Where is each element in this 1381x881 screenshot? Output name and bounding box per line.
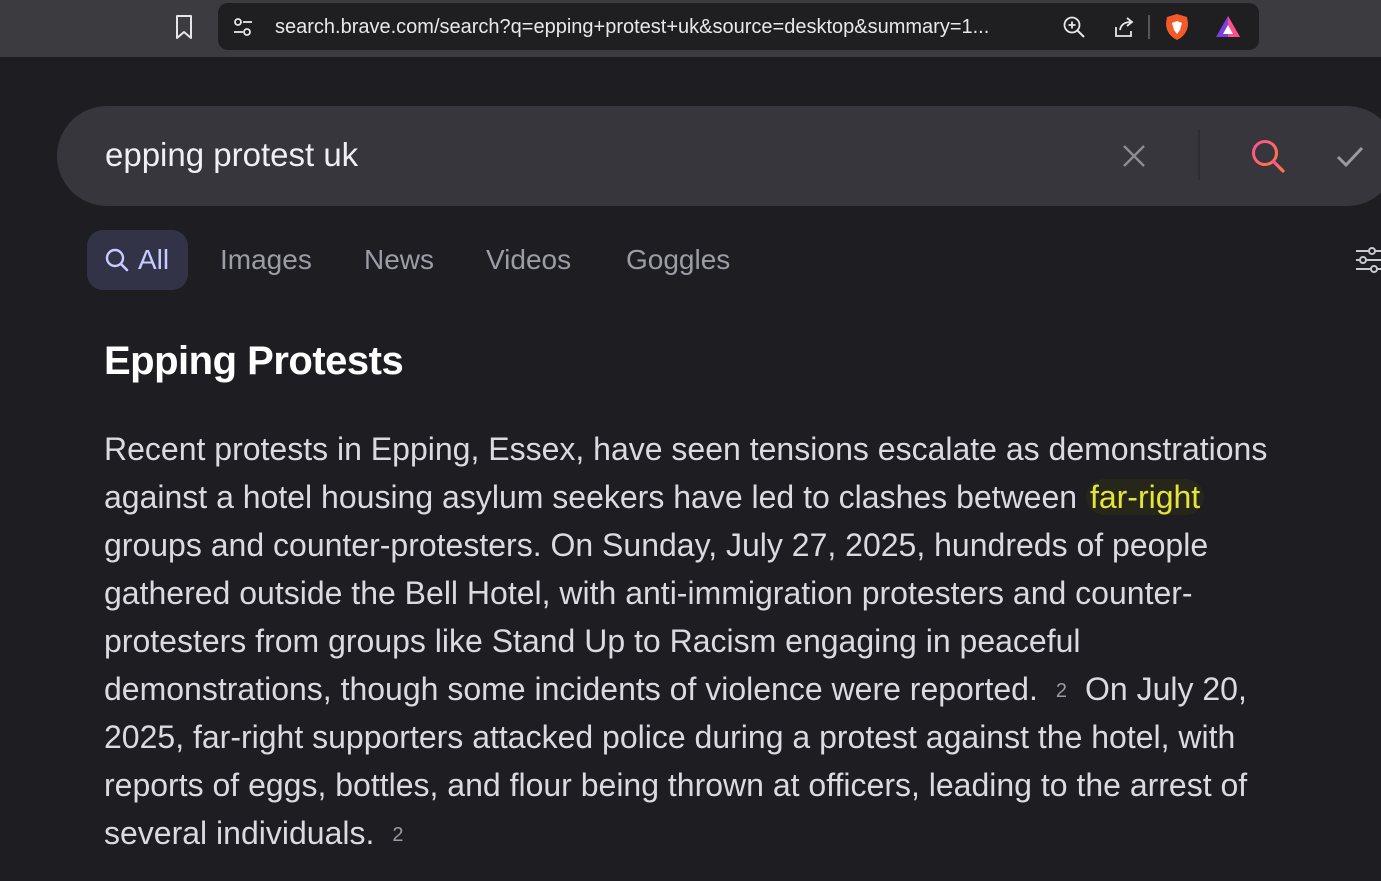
tab-label: Goggles xyxy=(626,244,731,275)
search-input[interactable]: epping protest uk xyxy=(105,136,358,174)
check-icon[interactable] xyxy=(1332,139,1368,175)
tab-label: News xyxy=(364,244,435,275)
summary-line-text: against a hotel housing asylum seekers h… xyxy=(104,479,1086,515)
browser-toolbar: search.brave.com/search?q=epping+protest… xyxy=(0,0,1381,57)
summary-title: Epping Protests xyxy=(104,339,404,383)
tab-label: Images xyxy=(220,244,312,275)
search-icon[interactable] xyxy=(1246,134,1290,178)
summary-line-text: On July 20, xyxy=(1084,671,1247,707)
summary-line: against a hotel housing asylum seekers h… xyxy=(104,473,1369,521)
citation-link[interactable]: 2 xyxy=(1056,667,1067,715)
summary-line: several individuals. 2 xyxy=(104,809,1369,857)
summary-line: gathered outside the Bell Hotel, with an… xyxy=(104,575,1193,611)
zoom-icon[interactable] xyxy=(1060,13,1088,41)
summary-text: Recent protests in Epping, Essex, have s… xyxy=(104,425,1369,857)
filter-icon[interactable] xyxy=(1350,244,1381,276)
summary-line: protesters from groups like Stand Up to … xyxy=(104,623,1081,659)
brave-rewards-icon[interactable] xyxy=(1214,13,1242,41)
summary-line: Recent protests in Epping, Essex, have s… xyxy=(104,431,1268,467)
summary-line: demonstrations, though some incidents of… xyxy=(104,665,1369,713)
tab-videos[interactable]: Videos xyxy=(486,230,571,290)
search-box: epping protest uk xyxy=(57,106,1381,206)
close-icon[interactable] xyxy=(1117,139,1151,173)
summary-line-text: several individuals. xyxy=(104,815,375,851)
tab-news[interactable]: News xyxy=(364,230,434,290)
site-settings-icon[interactable] xyxy=(231,15,255,39)
brave-shields-icon[interactable] xyxy=(1163,13,1191,41)
highlighted-term: far-right xyxy=(1085,479,1205,515)
tab-goggles[interactable]: Goggles xyxy=(626,230,730,290)
bookmark-icon[interactable] xyxy=(171,12,197,42)
search-icon xyxy=(104,247,130,273)
tab-images[interactable]: Images xyxy=(220,230,312,290)
summary-line: 2025, far-right supporters attacked poli… xyxy=(104,719,1236,755)
summary-line-text: demonstrations, though some incidents of… xyxy=(104,671,1038,707)
summary-line: reports of eggs, bottles, and flour bein… xyxy=(104,767,1248,803)
tab-label: Videos xyxy=(486,244,572,275)
tab-all[interactable]: All xyxy=(87,230,188,290)
summary-line: groups and counter-protesters. On Sunday… xyxy=(104,527,1209,563)
url-text[interactable]: search.brave.com/search?q=epping+protest… xyxy=(275,16,1035,39)
share-icon[interactable] xyxy=(1110,13,1138,41)
search-divider xyxy=(1198,130,1200,180)
citation-link[interactable]: 2 xyxy=(392,811,403,859)
omnibox-divider xyxy=(1148,15,1150,39)
tab-label: All xyxy=(138,244,170,275)
address-bar[interactable]: search.brave.com/search?q=epping+protest… xyxy=(218,3,1259,50)
